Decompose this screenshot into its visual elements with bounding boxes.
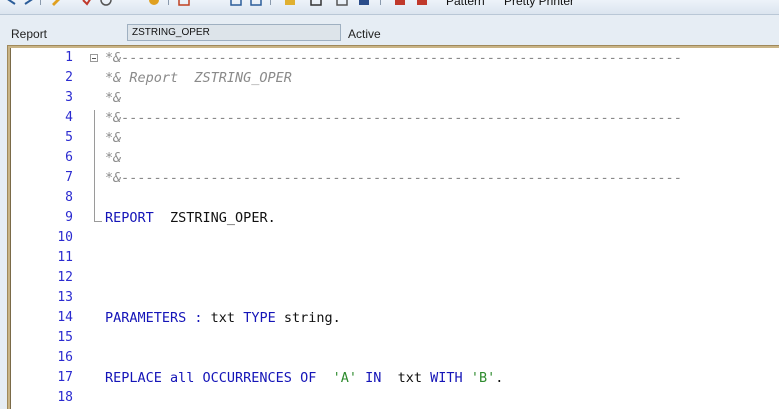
code-token: REPLACE all OCCURRENCES OF: [105, 370, 317, 386]
where-used-icon[interactable]: [178, 0, 190, 6]
code-text[interactable]: *&--------------------------------------…: [105, 168, 682, 188]
code-line[interactable]: 9 REPORT ZSTRING_OPER.: [11, 208, 779, 228]
line-number: 2: [65, 70, 73, 85]
line-number: 4: [65, 110, 73, 125]
forward-arrow-icon[interactable]: [22, 0, 34, 6]
line-number: 16: [57, 350, 73, 365]
toolbar-separator: [380, 0, 381, 5]
code-line[interactable]: 17 REPLACE all OCCURRENCES OF 'A' IN txt …: [11, 368, 779, 388]
code-token: txt: [202, 310, 244, 326]
code-line[interactable]: 2 *& Report ZSTRING_OPER: [11, 68, 779, 88]
report-label: Report: [11, 27, 48, 41]
code-line[interactable]: 16: [11, 348, 779, 368]
line-number: 18: [57, 390, 73, 405]
code-token: *&--------------------------------------…: [105, 170, 683, 186]
code-token: *&: [105, 130, 122, 146]
code-line[interactable]: 3 *&: [11, 88, 779, 108]
external-breakpoint-icon[interactable]: [416, 0, 428, 6]
line-number: 17: [57, 370, 73, 385]
line-number: 10: [57, 230, 73, 245]
code-text[interactable]: *&--------------------------------------…: [105, 48, 682, 68]
code-text[interactable]: PARAMETERS : txt TYPE string.: [105, 308, 341, 328]
code-text[interactable]: *&--------------------------------------…: [105, 108, 682, 128]
display-change-icon[interactable]: [50, 0, 62, 6]
code-text[interactable]: *&: [105, 88, 121, 108]
line-number: 3: [65, 90, 73, 105]
application-toolbar: Pattern Pretty Printer: [0, 0, 779, 15]
code-text[interactable]: REPORT ZSTRING_OPER.: [105, 208, 276, 228]
code-token: REPORT: [105, 210, 154, 226]
code-token: 'B': [470, 370, 496, 386]
program-name-field: ZSTRING_OPER: [127, 24, 341, 41]
code-line[interactable]: 8: [11, 188, 779, 208]
breakpoint-icon[interactable]: [394, 0, 406, 6]
line-number: 13: [57, 290, 73, 305]
program-info-bar: [0, 15, 779, 45]
toolbar-separator: [168, 0, 169, 5]
object-list-icon[interactable]: [230, 0, 242, 6]
code-token: TYPE: [243, 310, 276, 326]
line-number: 7: [65, 170, 73, 185]
code-token: txt: [381, 370, 431, 386]
line-number: 15: [57, 330, 73, 345]
code-token: string.: [275, 310, 341, 326]
line-number: 14: [57, 310, 73, 325]
test-run-icon[interactable]: [148, 0, 160, 6]
line-number: 11: [57, 250, 73, 265]
help-icon[interactable]: [358, 0, 370, 6]
code-line[interactable]: 10: [11, 228, 779, 248]
code-token: .: [495, 370, 504, 386]
check-icon[interactable]: [82, 0, 94, 6]
code-line[interactable]: 11: [11, 248, 779, 268]
line-number: 8: [65, 190, 73, 205]
code-token: *&: [105, 150, 122, 166]
code-line[interactable]: 12: [11, 268, 779, 288]
activate-icon[interactable]: [100, 0, 112, 6]
pretty-printer-button[interactable]: Pretty Printer: [504, 0, 574, 8]
code-text[interactable]: *&: [105, 128, 121, 148]
code-token: *&--------------------------------------…: [105, 110, 683, 126]
code-token: *&: [105, 90, 122, 106]
code-token: *&--------------------------------------…: [105, 50, 683, 66]
code-line[interactable]: 18: [11, 388, 779, 408]
navigation-window-icon[interactable]: [250, 0, 262, 6]
code-token: ZSTRING_OPER.: [153, 210, 276, 226]
code-text[interactable]: REPLACE all OCCURRENCES OF 'A' IN txt WI…: [105, 368, 503, 388]
code-token: IN: [365, 370, 382, 386]
code-token: *& Report ZSTRING_OPER: [105, 70, 292, 86]
code-line[interactable]: 15: [11, 328, 779, 348]
line-number: 9: [65, 210, 73, 225]
code-line[interactable]: 1 *&-------------------------------------…: [11, 48, 779, 68]
info-icon[interactable]: [336, 0, 348, 6]
code-token: PARAMETERS :: [105, 310, 203, 326]
code-token: 'A': [332, 370, 357, 386]
code-line[interactable]: 7 *&-------------------------------------…: [11, 168, 779, 188]
line-number: 12: [57, 270, 73, 285]
status-text: Active: [348, 27, 381, 41]
enhance-icon[interactable]: [310, 0, 322, 6]
hierarchy-icon[interactable]: [284, 0, 296, 6]
code-line[interactable]: 4 *&-------------------------------------…: [11, 108, 779, 128]
code-line[interactable]: 13: [11, 288, 779, 308]
code-line[interactable]: 5 *&: [11, 128, 779, 148]
toolbar-separator: [40, 0, 41, 5]
code-editor[interactable]: 1 *&-------------------------------------…: [10, 48, 779, 409]
code-text[interactable]: *&: [105, 148, 121, 168]
code-token: WITH: [430, 370, 463, 386]
pattern-button[interactable]: Pattern: [446, 0, 485, 8]
code-line[interactable]: 6 *&: [11, 148, 779, 168]
line-number: 1: [65, 50, 73, 65]
line-number: 6: [65, 150, 73, 165]
code-line[interactable]: 14 PARAMETERS : txt TYPE string.: [11, 308, 779, 328]
code-text[interactable]: *& Report ZSTRING_OPER: [105, 68, 292, 88]
toolbar-separator: [270, 0, 271, 5]
back-arrow-icon[interactable]: [6, 0, 18, 6]
line-number: 5: [65, 130, 73, 145]
